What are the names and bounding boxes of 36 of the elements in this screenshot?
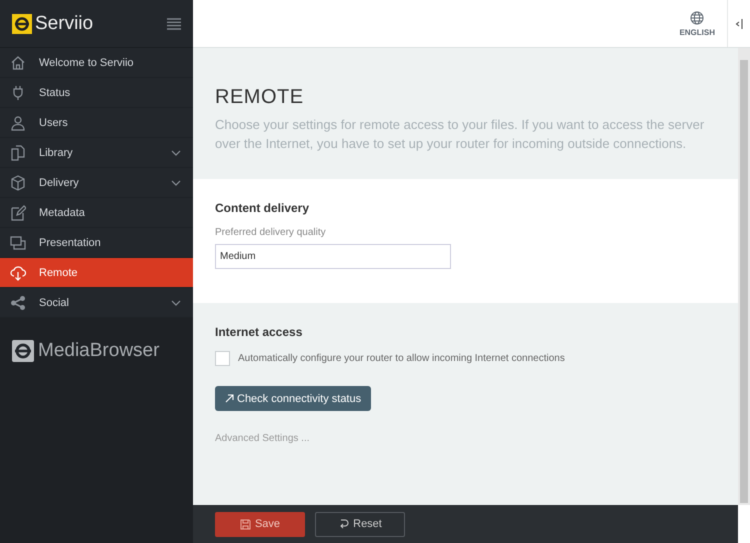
share-icon <box>10 294 26 310</box>
floppy-icon <box>240 518 251 530</box>
quality-select[interactable]: Medium <box>215 244 451 269</box>
page-description: Choose your settings for remote access to your files. If you want to access the server over the Internet, you have to set up your router for incoming outside connections. <box>215 116 706 153</box>
brand-name: MediaBrowser <box>38 340 160 362</box>
collapse-icon <box>735 18 743 30</box>
box-icon <box>10 174 26 190</box>
logo-icon <box>12 14 32 34</box>
nav-item[interactable]: Delivery <box>0 168 193 198</box>
documents-icon <box>10 144 26 160</box>
logo-icon <box>12 340 34 362</box>
language-selector[interactable]: ENGLISH <box>667 0 727 47</box>
reset-button[interactable]: Reset <box>315 512 405 536</box>
chevron-icon <box>171 150 181 156</box>
windows-icon <box>10 234 26 250</box>
section-heading: Internet access <box>215 325 304 339</box>
chevron-icon <box>171 180 181 186</box>
undo-icon <box>338 518 350 530</box>
section-heading: Content delivery <box>215 201 310 215</box>
scrollbar[interactable] <box>738 48 750 505</box>
chevron-icon <box>171 300 181 306</box>
menu-icon[interactable] <box>167 18 181 30</box>
edit-icon <box>10 204 26 220</box>
nav-item[interactable]: Remote <box>0 258 193 288</box>
field-label: Preferred delivery quality <box>215 227 327 238</box>
home-icon <box>10 54 26 70</box>
check-connectivity-button[interactable]: Check connectivity status <box>215 386 372 411</box>
globe-icon <box>690 10 704 24</box>
checkbox[interactable] <box>215 351 230 366</box>
arrow-icon <box>225 394 234 403</box>
user-icon <box>10 114 26 130</box>
cloud-icon <box>10 264 26 280</box>
save-button[interactable]: Save <box>215 512 305 536</box>
page-title: REMOTE <box>215 86 305 109</box>
checkbox-label: Automatically configure your router to allow incoming Internet connections <box>238 353 565 364</box>
app-name: Serviio <box>35 12 94 34</box>
